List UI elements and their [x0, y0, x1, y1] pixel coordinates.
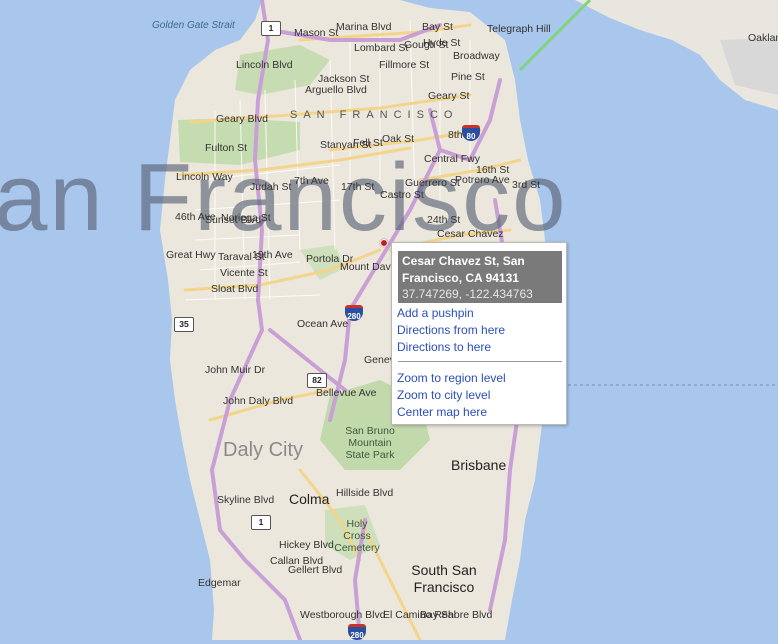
street-label: Central Fwy — [424, 153, 481, 165]
district-label: SAN FRANCISCO — [290, 109, 459, 121]
street-label: Sunset Blvd — [205, 214, 262, 226]
street-label: Oak St — [382, 133, 415, 145]
water-label-golden-gate: Golden Gate Strait — [152, 20, 235, 31]
street-label: Fulton St — [205, 142, 248, 154]
highway-1-shield-south: 1 — [251, 515, 271, 530]
street-label: Gellert Blvd — [288, 564, 343, 576]
street-label: 3rd St — [512, 179, 541, 191]
town-label-brisbane: Brisbane — [451, 457, 507, 473]
popup-divider — [398, 361, 562, 362]
highway-1-shield: 1 — [261, 21, 281, 36]
street-label: Geary St — [428, 90, 470, 102]
street-label: Hillside Blvd — [336, 487, 394, 499]
street-label: Westborough Blvd — [300, 609, 386, 621]
street-label: John Muir Dr — [205, 364, 266, 376]
street-label: Bay St — [422, 21, 453, 33]
street-label: Great Hwy — [166, 249, 216, 261]
street-label: Marina Blvd — [336, 21, 392, 33]
street-label: Lincoln Blvd — [236, 59, 293, 71]
center-map-link[interactable]: Center map here — [397, 404, 506, 421]
directions-from-here-link[interactable]: Directions from here — [397, 322, 505, 339]
street-label: Guerrero St — [405, 177, 460, 189]
street-label: Pine St — [451, 71, 485, 83]
landmark-oakland: Oakland — [748, 32, 778, 44]
street-label: Stanyan St — [320, 139, 372, 151]
street-label: Skyline Blvd — [217, 494, 275, 506]
street-label: 24th St — [427, 214, 461, 226]
street-label: Ocean Ave — [297, 318, 349, 330]
street-label: Geary Blvd — [216, 113, 268, 125]
highway-82-shield: 82 — [307, 373, 327, 388]
street-label: Potrero Ave — [455, 174, 510, 186]
street-label: Hickey Blvd — [279, 539, 334, 551]
directions-to-here-link[interactable]: Directions to here — [397, 339, 505, 356]
park-label-holy-cross: Holy Cross Cemetery — [334, 518, 380, 555]
interstate-280-shield-south: 280 — [348, 624, 366, 640]
zoom-city-link[interactable]: Zoom to city level — [397, 387, 506, 404]
street-label: Portola Dr — [306, 253, 354, 265]
landmark-telegraph-hill: Telegraph Hill — [487, 23, 551, 35]
popup-actions-top: Add a pushpin Directions from here Direc… — [397, 305, 505, 356]
street-label: Bay Shore Blvd — [420, 609, 493, 621]
street-label: Castro St — [380, 189, 424, 201]
street-label: Bellevue Ave — [316, 387, 377, 399]
location-pushpin[interactable] — [380, 239, 388, 247]
popup-address: Cesar Chavez St, San Francisco, CA 94131 — [402, 254, 525, 285]
street-label: Gough St — [404, 39, 449, 51]
town-label-south-sf: South San Francisco — [411, 562, 477, 595]
street-label: Arguello Blvd — [305, 84, 367, 96]
street-label: Judah St — [250, 181, 292, 193]
street-label: 19th Ave — [252, 249, 293, 261]
city-label-daly-city: Daly City — [223, 439, 304, 461]
street-label: Lombard St — [354, 42, 409, 54]
popup-actions-bottom: Zoom to region level Zoom to city level … — [397, 370, 506, 421]
location-context-menu: Cesar Chavez St, San Francisco, CA 94131… — [391, 242, 567, 425]
street-label: Sloat Blvd — [211, 283, 259, 295]
landmark-broadway: Broadway — [453, 50, 500, 62]
street-label: 7th Ave — [294, 175, 329, 187]
street-label: Fillmore St — [379, 59, 430, 71]
add-pushpin-link[interactable]: Add a pushpin — [397, 305, 505, 322]
street-label: 17th St — [341, 181, 375, 193]
street-label: Mason St — [294, 27, 339, 39]
park-label-san-bruno: San Bruno Mountain State Park — [345, 425, 395, 462]
street-label: John Daly Blvd — [223, 395, 294, 407]
popup-header: Cesar Chavez St, San Francisco, CA 94131… — [398, 251, 562, 303]
street-label: Jackson St — [318, 73, 370, 85]
map-canvas[interactable] — [0, 0, 778, 640]
street-label: Cesar Chavez — [437, 228, 504, 240]
zoom-region-link[interactable]: Zoom to region level — [397, 370, 506, 387]
street-label: Lincoln Way — [176, 171, 233, 183]
town-label-edgemar: Edgemar — [198, 577, 241, 589]
town-label-colma: Colma — [289, 491, 330, 507]
street-label: Vicente St — [220, 267, 268, 279]
interstate-280-shield: 280 — [345, 305, 363, 321]
popup-coordinates: 37.747269, -122.434763 — [402, 287, 533, 301]
highway-35-shield: 35 — [174, 317, 194, 332]
